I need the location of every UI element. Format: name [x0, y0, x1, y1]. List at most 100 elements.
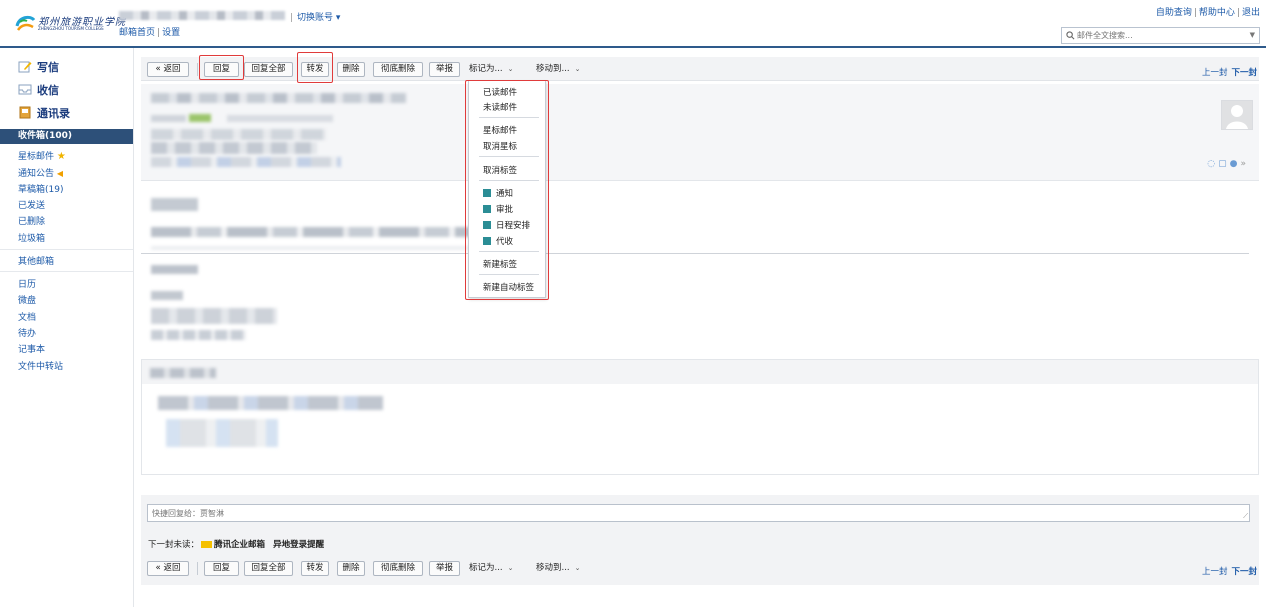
reply-all-button[interactable]: 回复全部: [244, 561, 293, 576]
star-item[interactable]: 星标邮件: [483, 124, 517, 136]
mark-as-dropdown: 已读邮件 未读邮件 星标邮件 取消星标 取消标签 通知 审批 日程安排 代收 新…: [468, 80, 546, 298]
new-auto-tag-item[interactable]: 新建自动标签: [483, 281, 534, 293]
chevron-down-icon[interactable]: ▼: [1250, 31, 1255, 39]
inbox-folder[interactable]: 收件箱(100): [0, 129, 133, 144]
sender-address: [227, 115, 333, 122]
mail-toolbar-top: « 返回 回复 回复全部 转发 删除 彻底删除 举报 标记为... ⌄ 移动到..…: [141, 57, 1259, 81]
help-center-link[interactable]: 帮助中心: [1199, 8, 1235, 18]
switch-account-link[interactable]: | 切换账号 ▾: [290, 10, 340, 23]
next-mail-link[interactable]: 下一封: [1231, 68, 1257, 78]
next-unread-sender[interactable]: 腾讯企业邮箱: [214, 540, 265, 550]
chevron-down-icon: ⌄: [507, 65, 514, 73]
report-button[interactable]: 举报: [429, 561, 460, 576]
tag-item-approval[interactable]: 审批: [483, 203, 513, 215]
delete-permanently-button[interactable]: 彻底删除: [373, 62, 423, 77]
mark-as-select[interactable]: 标记为... ⌄: [469, 561, 513, 576]
back-button[interactable]: « 返回: [147, 62, 189, 77]
sidebar-divider: [0, 249, 133, 250]
next-mail-link[interactable]: 下一封: [1231, 567, 1257, 577]
folder-drafts[interactable]: 草稿箱(19): [18, 182, 63, 195]
signature-line: [151, 330, 246, 340]
folder-spam[interactable]: 垃圾箱: [18, 231, 45, 244]
chevron-down-icon: ⌄: [507, 564, 514, 572]
sender-tag: [189, 114, 211, 122]
prev-mail-link[interactable]: 上一封: [1202, 567, 1228, 577]
new-tag-item[interactable]: 新建标签: [483, 258, 517, 270]
top-header: 郑州旅游职业学院 ZHENGZHOU TOURISM COLLEGE | 切换账号…: [0, 0, 1266, 46]
attachment-header: [142, 360, 1258, 384]
folder-deleted[interactable]: 已删除: [18, 214, 45, 227]
sidebar: 写信 收信 通讯录 收件箱(100) 星标邮件 ★ 通知公告 ◀ 草稿箱(19)…: [0, 48, 134, 607]
mail-actions: ◌▢●»: [1207, 159, 1249, 169]
compose-icon: [18, 61, 32, 73]
college-logo[interactable]: 郑州旅游职业学院 ZHENGZHOU TOURISM COLLEGE: [14, 12, 125, 34]
next-unread-subject[interactable]: 异地登录提醒: [273, 540, 324, 550]
chat-icon[interactable]: ◌: [1207, 159, 1218, 169]
logout-link[interactable]: 退出: [1242, 8, 1260, 18]
delete-button[interactable]: 删除: [337, 62, 365, 77]
mail-home-link[interactable]: 邮箱首页: [119, 28, 155, 38]
mark-unread-item[interactable]: 未读邮件: [483, 101, 517, 113]
tag-item-schedule[interactable]: 日程安排: [483, 219, 530, 231]
mail-search[interactable]: ▼: [1061, 27, 1260, 44]
tag-item-collect[interactable]: 代收: [483, 235, 513, 247]
sidebar-divider: [0, 271, 133, 272]
body-greeting: [151, 198, 198, 211]
forward-button[interactable]: 转发: [301, 62, 329, 77]
caret-down-icon: ▾: [333, 13, 341, 23]
app-docs[interactable]: 文档: [18, 310, 36, 323]
move-to-select[interactable]: 移动到... ⌄: [536, 561, 580, 576]
avatar: [1221, 100, 1253, 130]
move-to-select[interactable]: 移动到... ⌄: [536, 62, 580, 77]
search-input[interactable]: [1077, 29, 1242, 42]
folder-other-mailbox[interactable]: 其他邮箱: [18, 254, 54, 267]
delete-button[interactable]: 删除: [337, 561, 365, 576]
header-links: 邮箱首页 | 设置: [119, 28, 181, 38]
dropdown-divider: [479, 251, 539, 252]
signature-line: [151, 308, 277, 324]
folder-notices[interactable]: 通知公告 ◀: [18, 166, 63, 179]
remove-tag-item[interactable]: 取消标签: [483, 164, 517, 176]
signature-divider: [141, 253, 1249, 254]
settings-link[interactable]: 设置: [162, 28, 180, 38]
receive-link[interactable]: 收信: [18, 82, 59, 98]
chevron-down-icon: ⌄: [574, 65, 581, 73]
signature-name: [151, 265, 198, 274]
reply-button[interactable]: 回复: [204, 62, 239, 77]
quick-reply-input[interactable]: [152, 507, 1052, 519]
globe-icon[interactable]: ●: [1230, 159, 1241, 169]
report-button[interactable]: 举报: [429, 62, 460, 77]
mark-as-select[interactable]: 标记为... ⌄: [469, 62, 513, 77]
back-button[interactable]: « 返回: [147, 561, 189, 576]
unstar-item[interactable]: 取消星标: [483, 140, 517, 152]
resize-grip-icon[interactable]: ⟋: [1243, 512, 1248, 521]
app-file-transfer[interactable]: 文件中转站: [18, 359, 63, 372]
expand-icon[interactable]: »: [1240, 159, 1249, 169]
app-calendar[interactable]: 日历: [18, 277, 36, 290]
mark-read-item[interactable]: 已读邮件: [483, 86, 517, 98]
folder-sent[interactable]: 已发送: [18, 198, 45, 211]
reply-button[interactable]: 回复: [204, 561, 239, 576]
dropdown-divider: [479, 180, 539, 181]
app-todo[interactable]: 待办: [18, 326, 36, 339]
delete-permanently-button[interactable]: 彻底删除: [373, 561, 423, 576]
reply-all-button[interactable]: 回复全部: [244, 62, 293, 77]
self-service-link[interactable]: 自助查询: [1156, 8, 1192, 18]
attachment-preview[interactable]: [166, 419, 278, 447]
star-icon: ★: [56, 151, 66, 162]
folder-starred[interactable]: 星标邮件 ★: [18, 149, 66, 162]
contacts-link[interactable]: 通讯录: [18, 105, 70, 121]
app-notes[interactable]: 记事本: [18, 342, 45, 355]
tag-color-swatch: [483, 221, 491, 229]
attachment-file[interactable]: [158, 396, 383, 410]
prev-mail-link[interactable]: 上一封: [1202, 68, 1228, 78]
tag-color-swatch: [483, 205, 491, 213]
compose-link[interactable]: 写信: [18, 59, 59, 75]
signature-line: [151, 291, 183, 300]
note-icon[interactable]: ▢: [1218, 159, 1230, 169]
forward-button[interactable]: 转发: [301, 561, 329, 576]
quick-reply-box[interactable]: ⟋: [147, 504, 1250, 522]
app-disk[interactable]: 微盘: [18, 293, 36, 306]
tag-item-notice[interactable]: 通知: [483, 187, 513, 199]
inbox-tray-icon: [18, 84, 32, 95]
